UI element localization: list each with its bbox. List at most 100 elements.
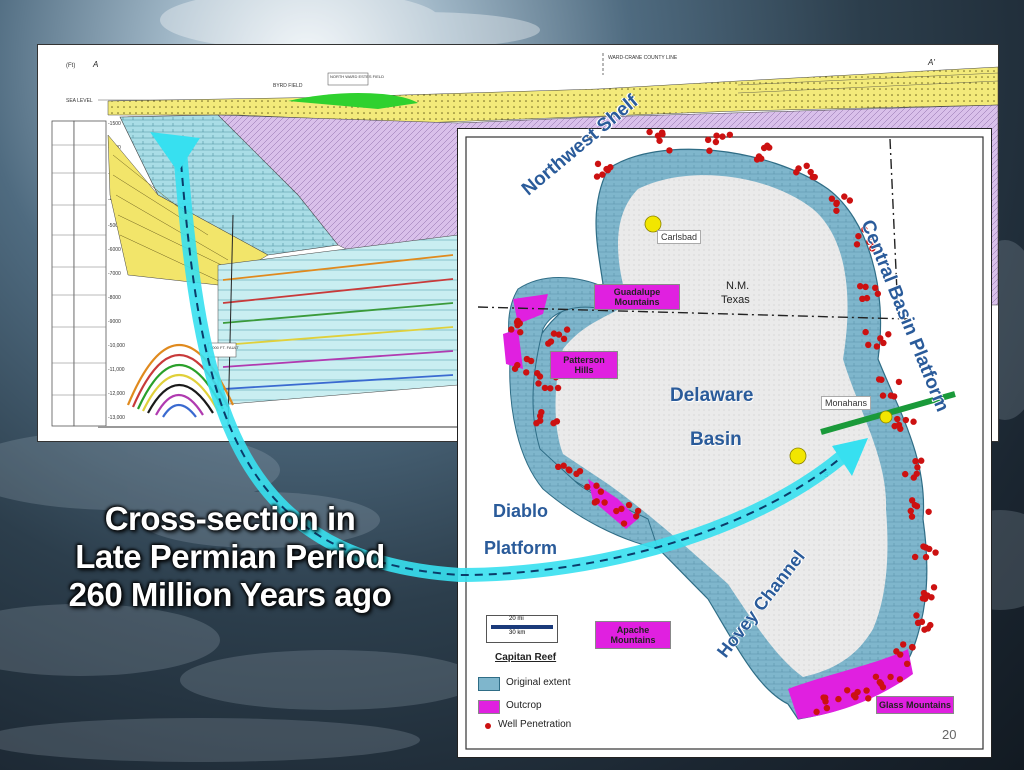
well-dot <box>593 498 600 505</box>
depth-label: -9000 <box>108 319 121 325</box>
well-dot <box>573 470 580 478</box>
well-dot <box>597 488 605 495</box>
well-dot <box>914 464 921 471</box>
glass-mountains-callout: Glass Mountains <box>876 696 954 714</box>
well-dot <box>879 392 887 399</box>
well-dot <box>918 457 925 464</box>
well-dot <box>872 673 880 680</box>
well-dot <box>706 147 713 154</box>
legend-outcrop-swatch <box>478 700 500 714</box>
well-dot <box>913 612 920 619</box>
legend-original-label: Original extent <box>506 677 571 688</box>
well-dot <box>514 317 521 325</box>
legend-title: Capitan Reef <box>495 652 557 663</box>
well-dot <box>656 137 663 144</box>
slide-caption: Cross-section in Late Permian Period 260… <box>30 500 430 614</box>
well-dot <box>885 331 892 338</box>
well-dot <box>527 357 535 365</box>
well-dot <box>879 683 887 691</box>
well-dot <box>550 419 557 427</box>
well-dot <box>862 283 869 291</box>
well-dot <box>895 421 903 429</box>
well-dot <box>593 482 600 489</box>
well-dot <box>930 584 938 591</box>
well-dot <box>910 418 917 425</box>
depth-label: -8000 <box>108 295 121 301</box>
well-dot <box>841 193 848 200</box>
well-dot <box>523 369 530 376</box>
well-dot <box>704 136 712 144</box>
well-dot <box>887 392 895 399</box>
platform-label: Platform <box>484 538 558 558</box>
well-dot <box>719 133 726 140</box>
legend-well-dot <box>485 723 491 729</box>
caption-line-3: 260 Million Years ago <box>68 576 392 613</box>
delaware-label: Delaware <box>670 385 754 406</box>
well-dot <box>875 376 883 383</box>
well-dot <box>912 457 919 465</box>
well-dot <box>594 160 602 168</box>
well-dot <box>726 131 734 138</box>
well-dot <box>863 687 870 694</box>
well-dot <box>897 651 904 658</box>
well-dot <box>926 545 933 553</box>
well-dot <box>902 470 909 478</box>
well-dot <box>712 138 720 146</box>
well-dot <box>547 338 555 345</box>
well-dot <box>910 474 917 481</box>
well-dot <box>895 378 903 386</box>
well-dot <box>859 295 866 303</box>
well-dot <box>925 508 932 515</box>
well-dot <box>813 708 820 716</box>
caption-line-1: Cross-section in <box>104 500 356 537</box>
depth-label: -12,000 <box>108 391 125 397</box>
texas-label: Texas <box>721 294 750 306</box>
well-dot <box>764 142 771 149</box>
patterson-hills-callout: Patterson Hills <box>550 351 618 379</box>
well-dot <box>914 619 922 627</box>
well-dot <box>508 326 515 333</box>
well-dot <box>865 341 872 349</box>
caption-line-2: Late Permian Period <box>75 538 385 575</box>
well-dot <box>909 644 916 651</box>
well-dot <box>846 197 854 204</box>
well-dot <box>903 660 911 668</box>
well-dot <box>908 513 916 520</box>
legend-well-label: Well Penetration <box>498 719 572 730</box>
well-dot <box>625 501 633 509</box>
well-dot <box>880 339 887 347</box>
well-dot <box>872 284 879 292</box>
well-dot <box>514 361 521 369</box>
scale-bar: 20 mi 30 km <box>486 615 558 643</box>
north-ward-estes-label: NORTH WARD ESTES FIELD <box>330 74 384 79</box>
well-dot <box>924 625 932 632</box>
well-dot <box>666 147 673 154</box>
well-dot <box>856 282 864 290</box>
well-dot <box>547 385 554 392</box>
well-dot <box>646 128 653 136</box>
well-dot <box>852 693 859 701</box>
well-dot <box>517 329 524 336</box>
byrd-field-label: BYRD FIELD <box>273 83 303 89</box>
well-dot <box>844 687 851 694</box>
well-dot <box>601 499 608 506</box>
well-dot <box>793 169 800 176</box>
well-dot <box>620 520 628 527</box>
well-dot <box>907 507 914 515</box>
legend-outcrop-label: Outcrop <box>506 700 542 711</box>
legend-original-swatch <box>478 677 500 691</box>
depth-label: -10,000 <box>108 343 125 349</box>
depth-label: -13,000 <box>108 415 125 421</box>
monahans-marker <box>879 410 893 424</box>
nm-label: N.M. <box>726 280 750 292</box>
well-dot <box>565 466 572 473</box>
well-dot <box>607 164 614 171</box>
depth-label: -7000 <box>108 271 121 277</box>
well-dot <box>536 373 544 380</box>
pecos-partial-label: s <box>824 469 829 479</box>
well-dot <box>535 380 542 387</box>
well-dot <box>821 694 829 701</box>
left-feet-label: (Ft) <box>66 63 75 69</box>
well-dot <box>828 195 836 202</box>
well-dot <box>803 162 810 170</box>
